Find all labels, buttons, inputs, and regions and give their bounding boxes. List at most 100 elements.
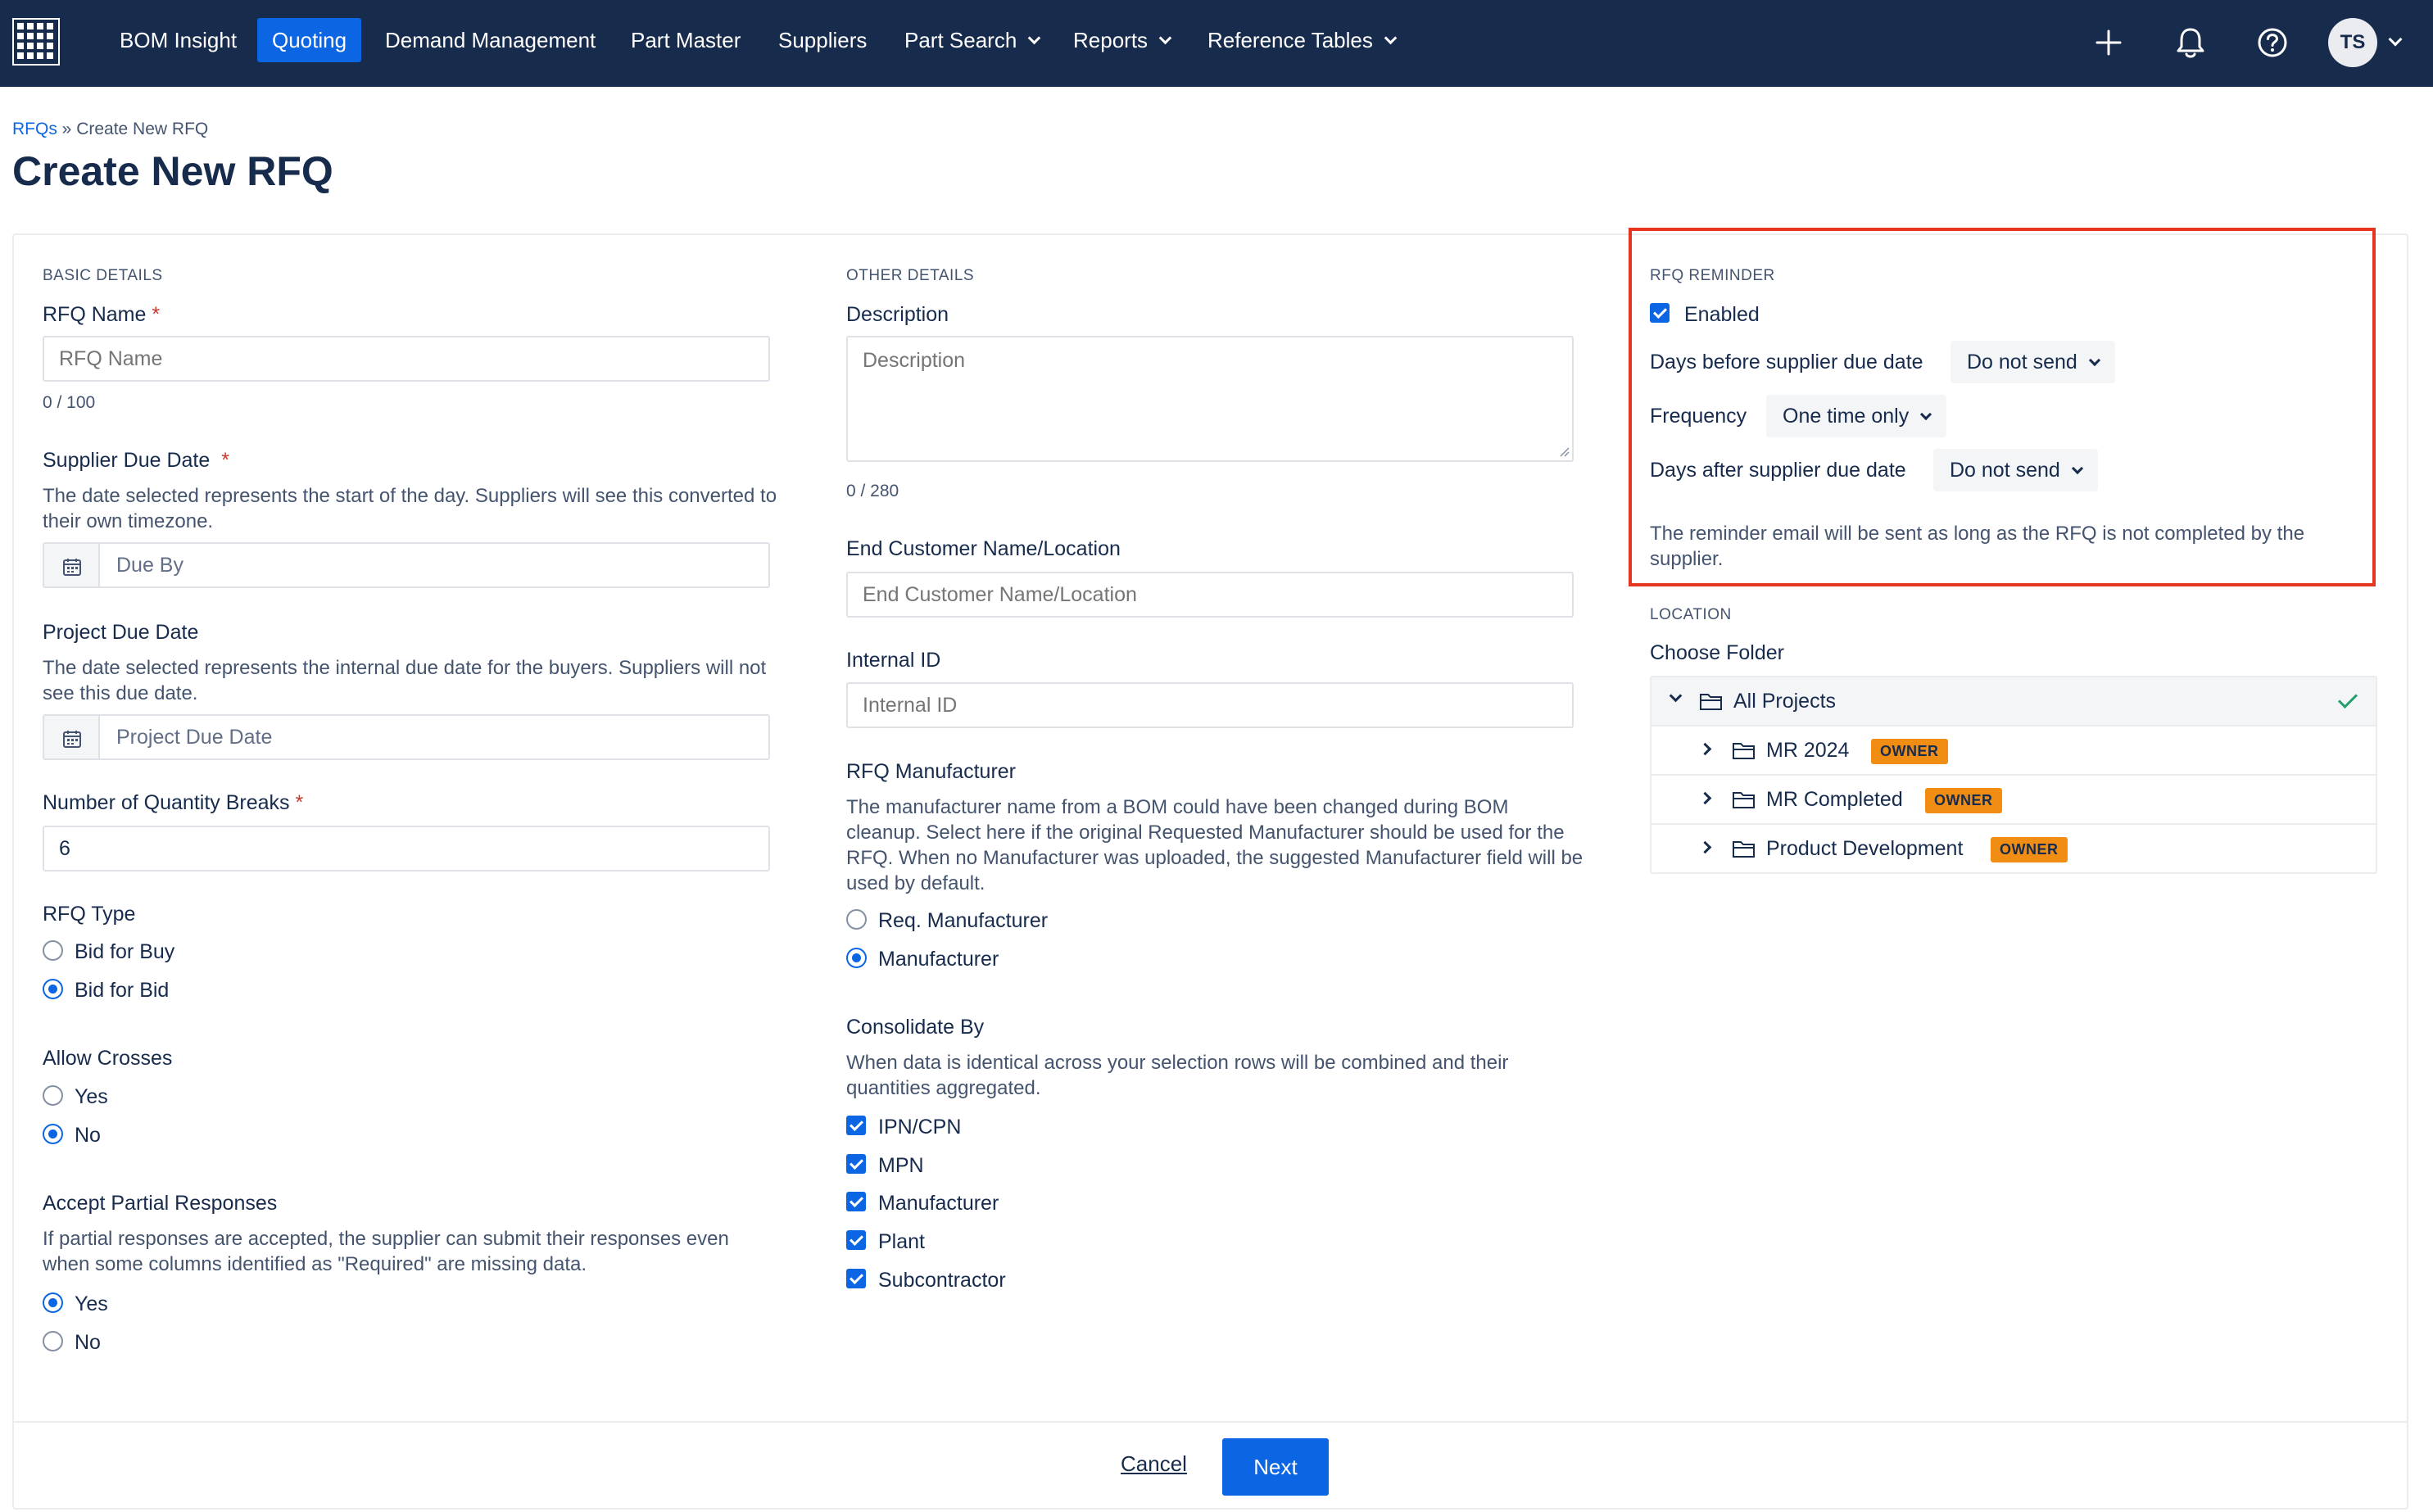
project-due-date-picker[interactable]: Project Due Date: [43, 714, 770, 760]
checkbox-checked[interactable]: [846, 1154, 866, 1174]
consolidate-by-help: When data is identical across your selec…: [846, 1052, 1509, 1099]
partial-responses-yes[interactable]: Yes: [43, 1292, 108, 1316]
check-icon: [2337, 688, 2358, 709]
footer-divider: [14, 1421, 2407, 1423]
nav-suppliers[interactable]: Suppliers: [763, 18, 881, 62]
chevron-down-icon: [1920, 408, 1932, 421]
radio-button[interactable]: [43, 940, 63, 961]
frequency-label: Frequency: [1650, 405, 1747, 428]
app-grid-logo-icon[interactable]: [12, 18, 60, 66]
rfq-name-input[interactable]: [43, 336, 770, 382]
cancel-button[interactable]: Cancel: [1121, 1451, 1187, 1477]
supplier-due-date-picker[interactable]: Due By: [43, 542, 770, 588]
consolidate-subcontractor[interactable]: Subcontractor: [846, 1269, 1006, 1292]
frequency-select[interactable]: One time only: [1766, 395, 1947, 437]
next-button[interactable]: Next: [1222, 1438, 1329, 1496]
end-customer-input[interactable]: [846, 572, 1574, 618]
consolidate-by-label: Consolidate By: [846, 1016, 985, 1039]
rfq-type-bid-for-bid[interactable]: Bid for Bid: [43, 979, 169, 1003]
top-nav: BOM Insight Quoting Demand Management Pa…: [0, 0, 2433, 87]
manufacturer-req-option[interactable]: Req. Manufacturer: [846, 909, 1048, 933]
plus-icon[interactable]: [2091, 25, 2127, 61]
partial-responses-help: If partial responses are accepted, the s…: [43, 1228, 729, 1275]
radio-button[interactable]: [43, 1331, 63, 1351]
folder-name: MR 2024: [1766, 739, 1850, 762]
supplier-due-date-help: The date selected represents the start o…: [43, 485, 777, 532]
chevron-down-icon: [1384, 31, 1398, 45]
quantity-breaks-label: Number of Quantity Breaks *: [43, 791, 304, 814]
nav-quoting[interactable]: Quoting: [257, 18, 362, 62]
checkbox-checked[interactable]: [846, 1269, 866, 1288]
breadcrumb-rfqs-link[interactable]: RFQs: [12, 120, 57, 138]
chevron-right-icon[interactable]: [1698, 742, 1712, 756]
radio-button-selected[interactable]: [43, 1292, 63, 1313]
radio-button[interactable]: [43, 1085, 63, 1106]
chevron-down-icon[interactable]: [2388, 32, 2403, 47]
radio-button-selected[interactable]: [43, 979, 63, 999]
allow-crosses-label: Allow Crosses: [43, 1047, 173, 1070]
end-customer-label: End Customer Name/Location: [846, 537, 1121, 560]
bell-icon[interactable]: [2172, 25, 2209, 61]
nav-demand-management[interactable]: Demand Management: [370, 18, 610, 62]
days-after-select[interactable]: Do not send: [1933, 449, 2098, 491]
reminder-enabled-checkbox[interactable]: Enabled: [1650, 303, 1760, 327]
partial-responses-no[interactable]: No: [43, 1331, 101, 1355]
other-details-heading: OTHER DETAILS: [846, 267, 975, 284]
resize-grip-icon[interactable]: [1558, 446, 1570, 457]
calendar-icon: [63, 731, 81, 748]
nav-part-search[interactable]: Part Search: [890, 18, 1053, 62]
chevron-down-icon[interactable]: [1669, 689, 1683, 703]
radio-button[interactable]: [846, 909, 867, 930]
radio-button-selected[interactable]: [846, 948, 867, 968]
manufacturer-option[interactable]: Manufacturer: [846, 948, 999, 971]
rfq-type-bid-for-buy[interactable]: Bid for Buy: [43, 940, 174, 964]
radio-button-selected[interactable]: [43, 1124, 63, 1144]
help-icon[interactable]: [2254, 25, 2290, 61]
consolidate-manufacturer[interactable]: Manufacturer: [846, 1192, 999, 1215]
consolidate-mpn[interactable]: MPN: [846, 1154, 924, 1178]
project-due-date-help: The date selected represents the interna…: [43, 657, 767, 704]
nav-bom-insight[interactable]: BOM Insight: [105, 18, 251, 62]
checkbox-checked[interactable]: [846, 1192, 866, 1211]
nav-part-master[interactable]: Part Master: [616, 18, 755, 62]
folder-row-all-projects[interactable]: All Projects: [1651, 677, 2376, 727]
description-textarea[interactable]: [846, 336, 1574, 462]
allow-crosses-yes[interactable]: Yes: [43, 1085, 108, 1109]
supplier-due-date-placeholder: Due By: [116, 554, 183, 577]
folder-icon: [1733, 841, 1755, 858]
chevron-down-icon: [2088, 354, 2100, 367]
chevron-right-icon[interactable]: [1698, 791, 1712, 805]
consolidate-plant[interactable]: Plant: [846, 1230, 925, 1254]
avatar[interactable]: TS: [2328, 18, 2377, 67]
page-title: Create New RFQ: [12, 148, 333, 194]
checkbox-checked[interactable]: [846, 1116, 866, 1135]
consolidate-ipn-cpn[interactable]: IPN/CPN: [846, 1116, 961, 1139]
quantity-breaks-input[interactable]: 6: [43, 826, 770, 871]
nav-reference-tables[interactable]: Reference Tables: [1193, 18, 1410, 62]
checkbox-checked[interactable]: [1650, 303, 1670, 323]
folder-icon: [1733, 743, 1755, 759]
basic-details-heading: BASIC DETAILS: [43, 267, 163, 284]
owner-badge: OWNER: [1925, 788, 2002, 813]
folder-name: Product Development: [1766, 837, 1964, 860]
folder-row-mr-2024[interactable]: MR 2024 OWNER: [1651, 727, 2376, 776]
days-before-label: Days before supplier due date: [1650, 351, 1923, 373]
rfq-type-label: RFQ Type: [43, 903, 136, 926]
folder-name: MR Completed: [1766, 788, 1903, 811]
owner-badge: OWNER: [1871, 739, 1948, 764]
allow-crosses-no[interactable]: No: [43, 1124, 101, 1148]
folder-name: All Projects: [1733, 690, 1837, 713]
breadcrumb-current: Create New RFQ: [76, 120, 209, 138]
chevron-right-icon[interactable]: [1698, 840, 1712, 854]
rfq-manufacturer-label: RFQ Manufacturer: [846, 760, 1017, 783]
checkbox-checked[interactable]: [846, 1230, 866, 1250]
internal-id-input[interactable]: [846, 682, 1574, 728]
partial-responses-label: Accept Partial Responses: [43, 1192, 278, 1215]
folder-row-product-development[interactable]: Product Development OWNER: [1651, 825, 2376, 874]
location-heading: LOCATION: [1650, 606, 1732, 623]
internal-id-label: Internal ID: [846, 649, 941, 672]
nav-reports[interactable]: Reports: [1058, 18, 1185, 62]
days-before-select[interactable]: Do not send: [1950, 341, 2115, 383]
days-after-label: Days after supplier due date: [1650, 459, 1906, 482]
folder-row-mr-completed[interactable]: MR Completed OWNER: [1651, 776, 2376, 825]
